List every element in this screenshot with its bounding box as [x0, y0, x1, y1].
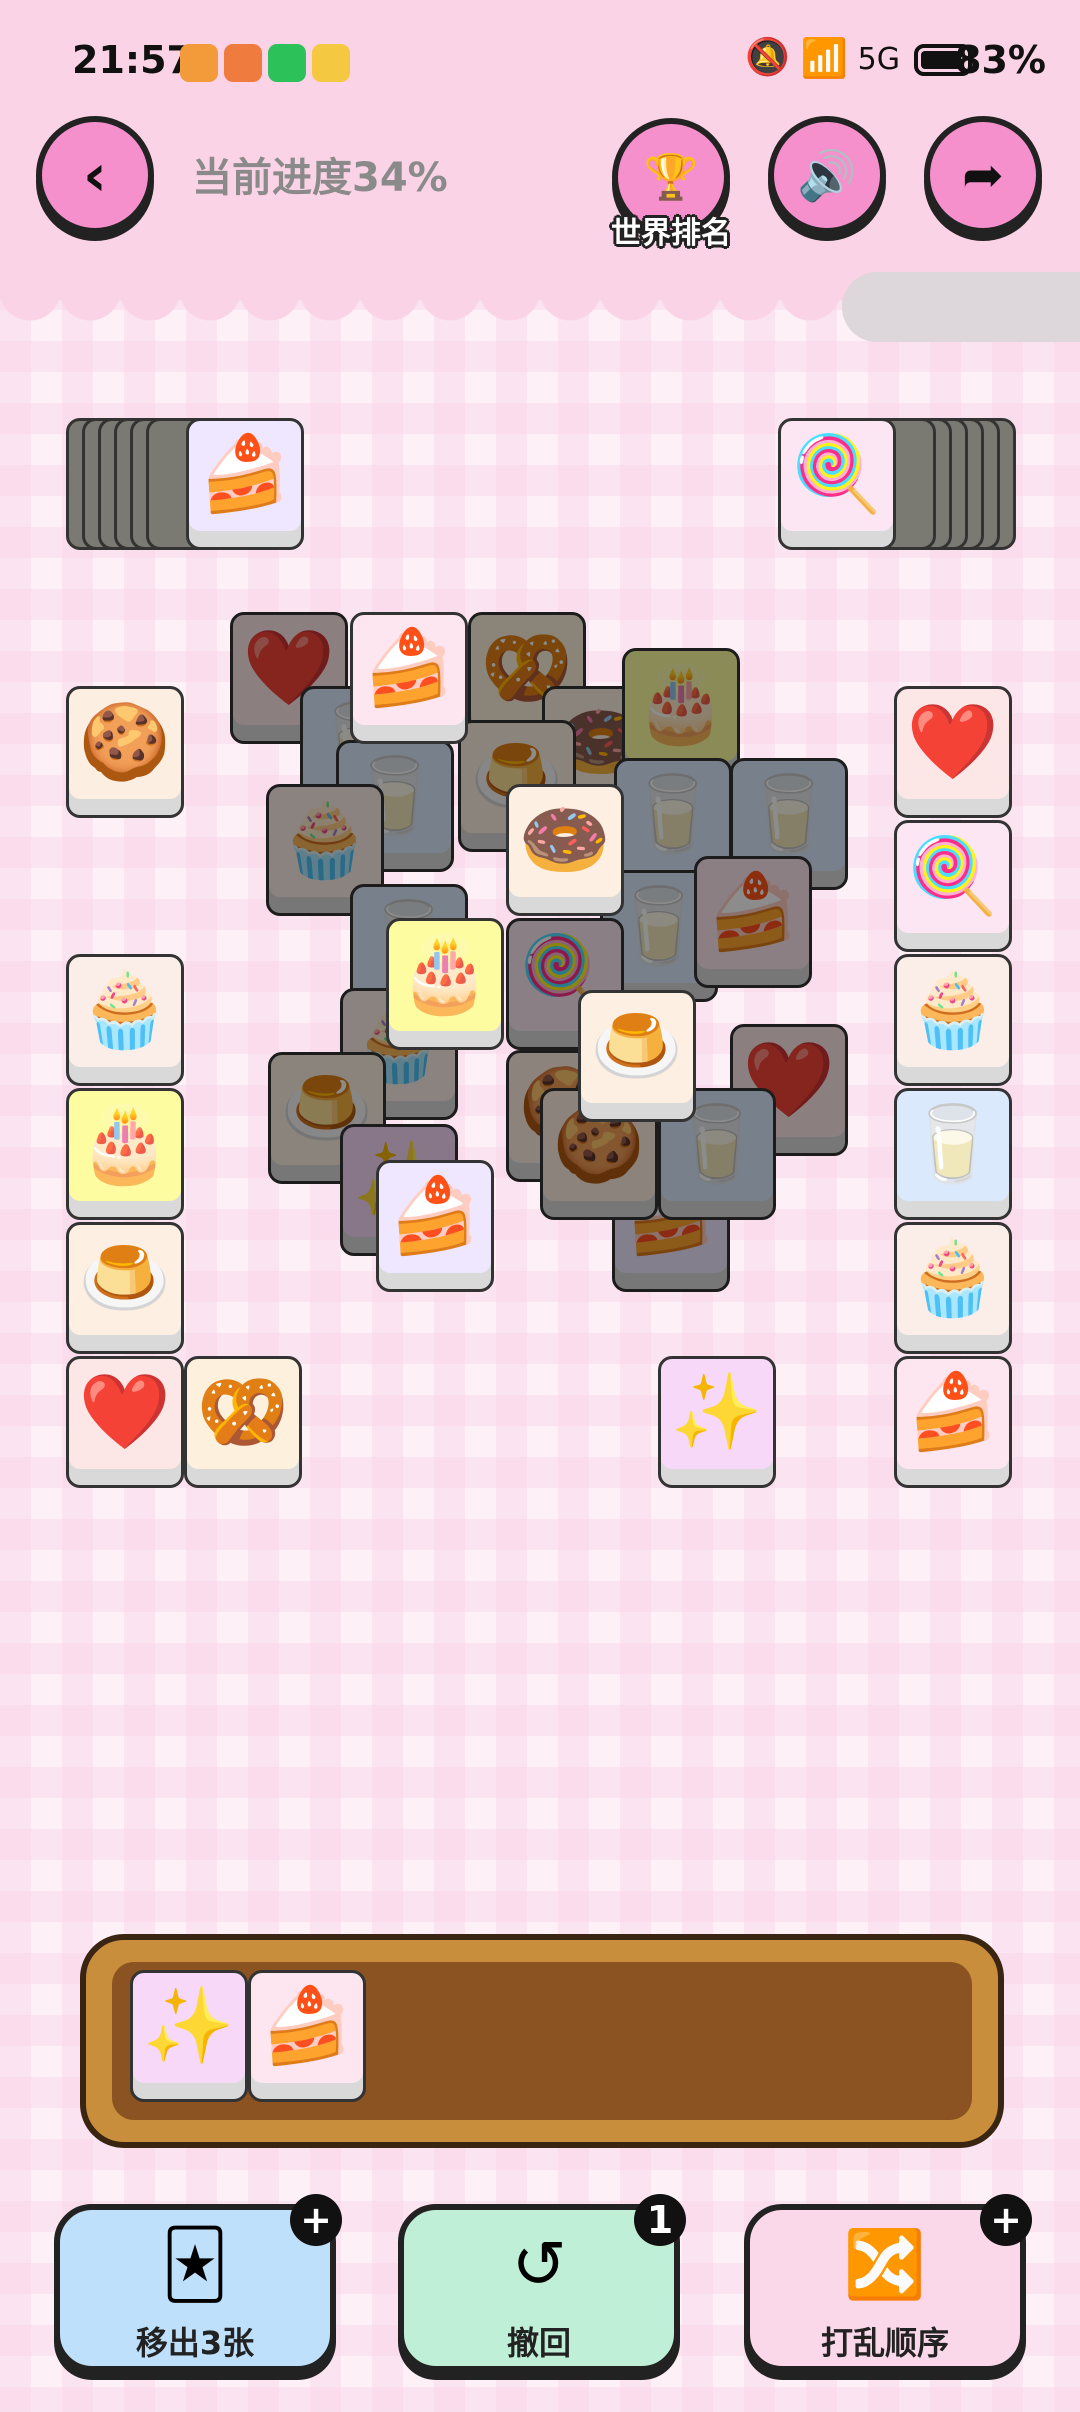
heart-icon: ❤️ — [906, 699, 1000, 785]
donut-icon: 🍩 — [518, 797, 612, 883]
shuffle-icon: 🔀 — [843, 2226, 927, 2303]
app-notification-icon — [180, 44, 218, 82]
pudding-icon: 🍮 — [590, 1003, 684, 1089]
tile-yellow-cake[interactable]: 🎂 — [386, 918, 504, 1050]
share-arrow-icon: ➦ — [962, 146, 1004, 204]
progress-text: 当前进度34% — [192, 155, 448, 201]
milk-carton-icon: 🥛 — [626, 771, 720, 857]
strawberry-cake-icon: 🍰 — [260, 1983, 354, 2069]
shuffle-badge: + — [980, 2194, 1032, 2246]
wechat-icon — [268, 44, 306, 82]
undo-button[interactable]: ↺ 撤回 1 — [398, 2194, 686, 2372]
tile-purple-cake[interactable]: 🍰 — [186, 418, 304, 550]
status-time: 21:57 — [72, 38, 193, 82]
strawberry-cake-icon: 🍰 — [706, 869, 800, 955]
tile-pretzel[interactable]: 🥨 — [184, 1356, 302, 1488]
podium-icon: 🏆 — [643, 152, 699, 203]
cupcake-icon: 🧁 — [906, 1235, 1000, 1321]
tile-cupcake[interactable]: 🧁 — [66, 954, 184, 1086]
battery-percent: 83% — [955, 38, 1046, 82]
sparkle-icon: ✨ — [670, 1369, 764, 1455]
signal-icon: 5G — [857, 42, 900, 77]
tile-cupcake[interactable]: 🧁 — [894, 954, 1012, 1086]
heart-lollipop-icon: 🍭 — [906, 833, 1000, 919]
world-rank-label: 世界排名 — [611, 216, 731, 251]
share-button[interactable]: ➦ — [924, 116, 1042, 234]
tile-heart-lollipop[interactable]: 🍭 — [778, 418, 896, 550]
tile-heart[interactable]: ❤️ — [894, 686, 1012, 818]
heart-icon: ❤️ — [78, 1369, 172, 1455]
remove-three-label: 移出3张 — [135, 2324, 255, 2362]
yellow-cake-icon: 🎂 — [398, 931, 492, 1017]
tile-purple-cake[interactable]: 🍰 — [376, 1160, 494, 1292]
remove-cards-icon: 🃏 — [161, 2226, 229, 2303]
sparkle-icon: ✨ — [142, 1983, 236, 2069]
app-notification-icon — [224, 44, 262, 82]
tile-pudding[interactable]: 🍮 — [578, 990, 696, 1122]
strawberry-cake-icon: 🍰 — [362, 625, 456, 711]
tile-cookie[interactable]: 🍪 — [66, 686, 184, 818]
pretzel-icon: 🥨 — [196, 1369, 290, 1455]
cookie-icon: 🍪 — [78, 699, 172, 785]
chevron-left-icon: ‹ — [83, 141, 107, 209]
milk-carton-icon: 🥛 — [612, 883, 706, 969]
tile-milk[interactable]: 🥛 — [894, 1088, 1012, 1220]
tile-heart[interactable]: ❤️ — [66, 1356, 184, 1488]
tile-strawberry-cake[interactable]: 🍰 — [350, 612, 468, 744]
yellow-cake-icon: 🎂 — [634, 661, 728, 747]
purple-cake-icon: 🍰 — [198, 431, 292, 517]
strawberry-cake-icon: 🍰 — [906, 1369, 1000, 1455]
purple-cake-icon: 🍰 — [388, 1173, 482, 1259]
undo-label: 撤回 — [506, 2324, 571, 2362]
tile-donut[interactable]: 🍩 — [506, 784, 624, 916]
remove-three-badge: + — [290, 2194, 342, 2246]
heart-lollipop-icon: 🍭 — [790, 431, 884, 517]
tile-strawberry-cake[interactable]: 🍰 — [894, 1356, 1012, 1488]
undo-icon: ↺ — [511, 2226, 567, 2303]
mute-bell-icon: 🔕 — [745, 37, 790, 78]
cupcake-icon: 🧁 — [278, 797, 372, 883]
undo-badge: 1 — [634, 2194, 686, 2246]
back-button[interactable]: ‹ — [36, 116, 154, 234]
shuffle-button[interactable]: 🔀 打乱顺序 + — [744, 2194, 1032, 2372]
tile-heart-lollipop[interactable]: 🍭 — [894, 820, 1012, 952]
tile-yellow-cake[interactable]: 🎂 — [66, 1088, 184, 1220]
cupcake-icon: 🧁 — [906, 967, 1000, 1053]
wifi-icon: 📶 — [800, 36, 848, 80]
speaker-icon: 🔊 — [797, 147, 857, 204]
tile-cupcake[interactable]: 🧁 — [894, 1222, 1012, 1354]
milk-carton-icon: 🥛 — [906, 1101, 1000, 1187]
tile-sparkle[interactable]: ✨ — [658, 1356, 776, 1488]
remove-three-button[interactable]: 🃏 移出3张 + — [54, 2194, 342, 2372]
milk-carton-icon: 🥛 — [742, 771, 836, 857]
tray-slot-tile: ✨ — [130, 1970, 248, 2102]
shuffle-label: 打乱顺序 — [820, 2324, 949, 2362]
pudding-icon: 🍮 — [78, 1235, 172, 1321]
cupcake-icon: 🧁 — [78, 967, 172, 1053]
yellow-cake-icon: 🎂 — [78, 1101, 172, 1187]
weibo-icon — [312, 44, 350, 82]
sound-button[interactable]: 🔊 — [768, 116, 886, 234]
ad-banner[interactable] — [842, 272, 1080, 342]
tray-slot-tile: 🍰 — [248, 1970, 366, 2102]
tile-strawberry-cake-covered: 🍰 — [694, 856, 812, 988]
tile-pudding[interactable]: 🍮 — [66, 1222, 184, 1354]
status-bar: 21:57 🔕 📶 5G 83% — [0, 30, 1080, 90]
